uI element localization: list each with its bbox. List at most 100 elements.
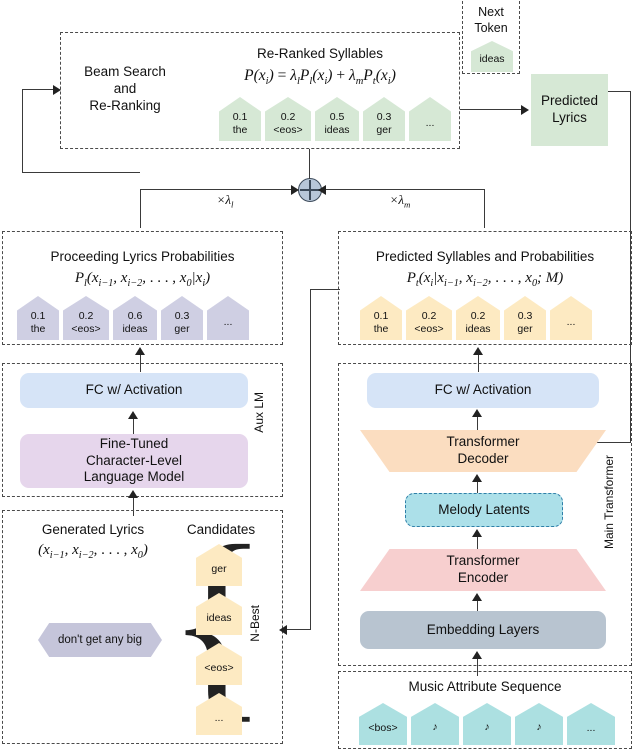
syllables-to-nbest-vline [310,289,312,630]
music-token-text: <bos> [368,722,398,735]
embedding-layers-box: Embedding Layers [360,611,606,649]
predicted-lyrics-line1: Predicted [540,93,599,109]
token-text: <eos> [71,322,101,335]
token-prob: 0.2 [280,111,296,124]
token-prob: 0.2 [470,310,486,323]
decoder-line1: Transformer [446,434,520,450]
main-fc-activation-label: FC w/ Activation [434,382,532,398]
aux-lm-side-label-text: Aux LM [252,392,266,433]
decoder-line2: Decoder [457,451,509,466]
music-note-icon: ♪ [536,721,542,734]
feedback-hline-into-beam [22,89,54,91]
token-text: the [30,322,46,335]
sum-to-beam-vline [308,149,310,179]
token-text: ... [425,116,435,129]
proceeding-lyrics-formula: Pl(xi−1, xi−2, . . . , x0|xi) [74,270,211,289]
token-prob: 0.3 [376,111,392,124]
music-to-embedding-arrowhead [472,651,482,659]
beam-to-predicted-arrowhead [521,105,529,115]
next-token-label-line2: Token [474,20,508,35]
token-prob: 0.2 [78,310,94,323]
token-text: ideas [122,322,148,335]
token-prob: 0.1 [30,310,46,323]
token-text: the [232,123,248,136]
token-text: ... [223,315,233,328]
feedback-arrowhead [53,85,61,95]
feedback-hline-bottom [22,172,140,174]
melody-latents-label: Melody Latents [438,501,530,517]
aux-fc-activation-label: FC w/ Activation [85,382,183,398]
re-ranked-syllables-heading-text: Re-Ranked Syllables [256,46,384,61]
transformer-decoder-shape: Transformer Decoder [360,430,606,472]
melody-latents-box: Melody Latents [405,493,563,527]
feedback-vline-left [22,89,24,173]
embedding-layers-label: Embedding Layers [426,621,540,637]
generated-lyrics-heading-text: Generated Lyrics [41,522,145,537]
main-fc-activation-box: FC w/ Activation [367,373,599,408]
syllables-to-nbest-arrowhead [279,625,287,635]
character-lm-line3: Language Model [83,469,185,485]
token-prob: 0.5 [329,111,345,124]
beam-search-label-line1: Beam Search [84,64,166,79]
encoder-line1: Transformer [446,553,520,569]
generated-lyrics-heading: Generated Lyrics [28,522,158,539]
next-token-label-line1: Next [478,5,504,19]
candidate-text: ger [211,563,227,576]
generated-lyrics-text-shape: don't get any big [38,623,162,657]
token-prob: 0.6 [127,310,143,323]
beam-search-label-line3: Re-Ranking [89,97,161,113]
token-prob: 0.3 [517,310,533,323]
music-note-icon: ♪ [432,721,438,734]
predicted-lyrics-box: Predicted Lyrics [531,74,608,146]
token-prob: 0.3 [174,310,190,323]
syllables-to-nbest-hline-bottom [286,629,311,631]
re-ranked-syllables-heading: Re-Ranked Syllables [190,46,450,63]
lambda-l-arrowhead [291,184,299,195]
candidate-text: <eos> [204,662,234,675]
lambda-l-vline [140,190,142,228]
music-note-icon: ♪ [484,721,490,734]
beam-search-label: Beam Search and Re-Ranking [70,64,180,115]
encoder-line2: Encoder [457,570,509,585]
auxlm-to-prob-arrowhead [135,347,145,355]
transformer-encoder-shape: Transformer Encoder [360,549,606,591]
character-lm-box: Fine-Tuned Character-Level Language Mode… [20,434,248,488]
token-text: ger [174,322,190,335]
next-token-text: ideas [479,53,505,66]
melody-to-decoder-arrowhead [472,474,482,482]
beam-to-predicted-hline [460,109,523,111]
candidate-text: ... [214,712,224,725]
token-text: ger [517,322,533,335]
predicted-out-hline [608,91,631,93]
lambda-m-vline [484,190,486,228]
token-text: the [373,322,389,335]
token-text: ger [376,123,392,136]
fc-to-syllables-arrowhead [473,347,483,355]
token-prob: 0.1 [373,310,389,323]
n-best-side-label: N-Best [248,605,262,642]
main-transformer-side-label-text: Main Transformer [602,455,616,550]
predicted-syllables-formula: Pt(xi|xi−1, xi−2, . . . , x0; M) [406,270,564,289]
lambda-m-hline [322,189,485,191]
embedding-to-encoder-arrowhead [472,593,482,601]
lyrics-to-lm-arrowhead [128,490,138,498]
aux-lm-side-label: Aux LM [252,392,266,433]
token-text: ... [566,315,576,328]
token-prob: 0.1 [232,111,248,124]
proceeding-lyrics-heading-text: Proceeding Lyrics Probabilities [50,249,235,264]
generated-lyrics-formula: (xi−1, xi−2, . . . , x0) [38,542,148,561]
token-prob: 0.2 [421,310,437,323]
next-token-label: Next Token [462,5,520,36]
token-text: ideas [324,123,350,136]
token-text: <eos> [273,123,303,136]
beam-search-label-line2: and [113,80,137,96]
syllables-to-nbest-hline-top [310,289,340,291]
main-transformer-side-label: Main Transformer [602,455,616,549]
lm-to-fc-arrowhead [128,411,138,419]
music-token-text: ... [586,722,596,735]
token-text: ideas [465,322,491,335]
n-best-side-label-text: N-Best [248,605,262,642]
token-text: <eos> [414,322,444,335]
music-attribute-heading-text: Music Attribute Sequence [408,679,562,694]
predicted-syllables-heading-text: Predicted Syllables and Probabilities [375,249,595,264]
